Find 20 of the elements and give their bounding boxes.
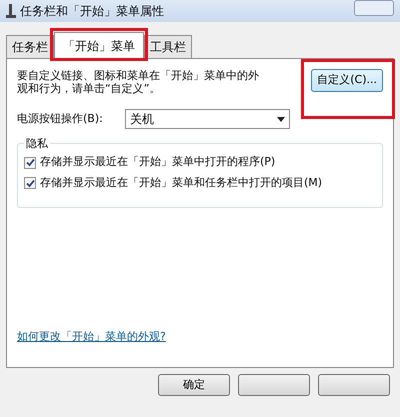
checkbox[interactable]: [24, 177, 36, 190]
power-action-dropdown[interactable]: 关机: [125, 109, 290, 130]
tab[interactable]: 任务栏: [6, 35, 54, 58]
tab[interactable]: 「开始」菜单: [54, 32, 144, 59]
tab[interactable]: 工具栏: [144, 35, 192, 58]
window-title: 任务栏和「开始」菜单属性: [20, 3, 164, 20]
dialog-button[interactable]: [238, 374, 310, 396]
checkbox[interactable]: [24, 156, 36, 169]
power-button-label: 电源按钮操作(B):: [17, 111, 104, 128]
help-link[interactable]: 如何更改「开始」菜单的外观?: [17, 328, 383, 345]
dialog-button[interactable]: 确定: [158, 374, 230, 396]
dialog-button[interactable]: [318, 374, 390, 396]
close-button[interactable]: [354, 0, 394, 16]
caret-icon: [277, 116, 285, 122]
dropdown-value: 关机: [130, 111, 155, 128]
description-text: 要自定义链接、图标和菜单在「开始」菜单中的外观和行为，请单击“自定义”。: [17, 69, 260, 96]
app-icon: [6, 4, 16, 18]
checkbox-label: 存储并显示最近在「开始」菜单中打开的程序(P): [40, 154, 276, 170]
checkbox-label: 存储并显示最近在「开始」菜单和任务栏中打开的项目(M): [40, 174, 322, 191]
customize-button[interactable]: 自定义(C)...: [311, 69, 383, 92]
